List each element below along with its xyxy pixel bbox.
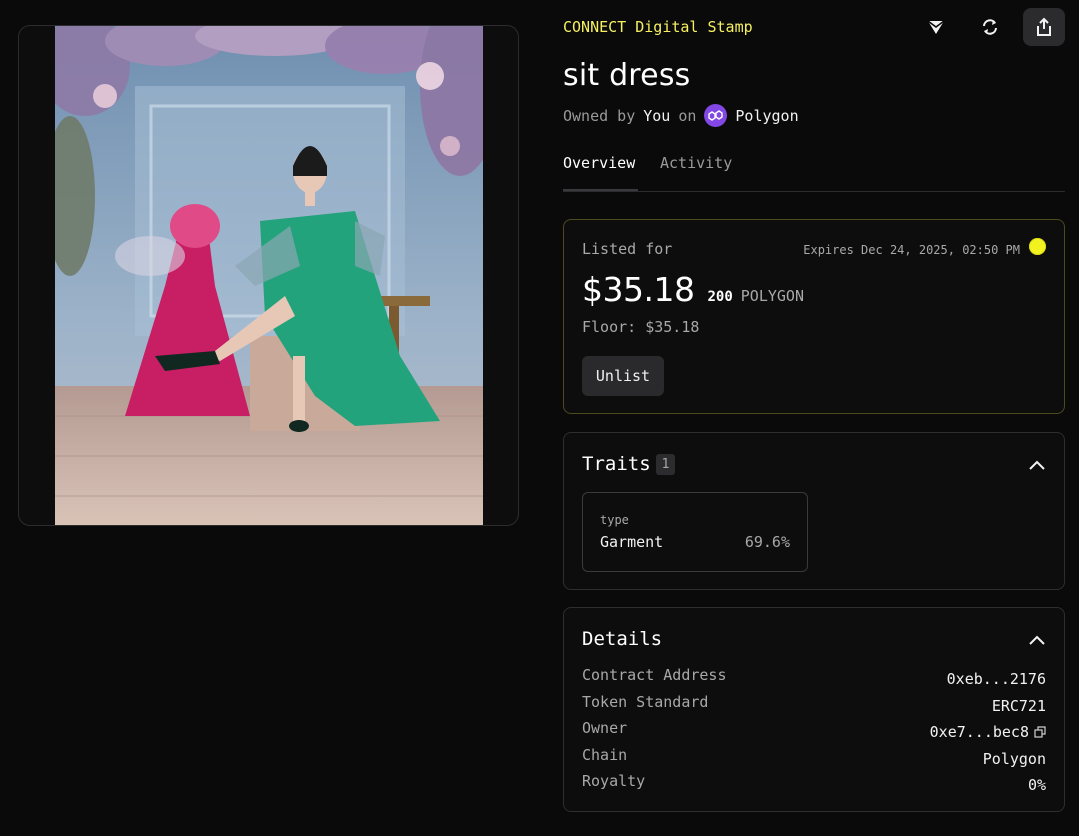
floor-price: Floor: $35.18 bbox=[582, 318, 700, 336]
nft-artwork bbox=[55, 26, 483, 525]
copy-icon[interactable] bbox=[1034, 726, 1046, 738]
chevron-up-icon[interactable] bbox=[1026, 630, 1048, 650]
trait-rarity: 69.6% bbox=[744, 533, 790, 551]
detail-key: Royalty bbox=[582, 772, 646, 790]
owner-address[interactable]: 0xe7...bec8 bbox=[930, 723, 1029, 741]
detail-row-royalty: Royalty 0% bbox=[582, 772, 1046, 799]
refresh-button[interactable] bbox=[969, 8, 1011, 46]
nft-title: sit dress bbox=[563, 58, 691, 93]
collection-name[interactable]: CONNECT Digital Stamp bbox=[563, 18, 753, 36]
traits-count-badge: 1 bbox=[655, 453, 676, 475]
share-button[interactable] bbox=[1023, 8, 1065, 46]
token-amount: 200 bbox=[707, 289, 733, 305]
trait-type: type bbox=[600, 513, 629, 527]
trait-item[interactable]: type Garment 69.6% bbox=[582, 492, 808, 572]
transfer-icon bbox=[927, 20, 945, 34]
traits-title: Traits bbox=[582, 453, 651, 475]
chevron-up-icon[interactable] bbox=[1026, 455, 1048, 475]
nft-image-frame bbox=[18, 25, 519, 526]
tab-activity[interactable]: Activity bbox=[660, 150, 732, 191]
detail-row-chain: Chain Polygon bbox=[582, 746, 1046, 773]
share-icon bbox=[1037, 17, 1051, 36]
trait-value: Garment bbox=[600, 533, 664, 551]
token-standard: ERC721 bbox=[991, 696, 1046, 715]
currency-label: POLYGON bbox=[740, 287, 804, 305]
on-label: on bbox=[678, 106, 697, 125]
transfer-button[interactable] bbox=[915, 8, 957, 46]
owned-by-label: Owned by bbox=[563, 106, 636, 125]
detail-row-contract: Contract Address 0xeb...2176 bbox=[582, 666, 1046, 693]
tab-overview[interactable]: Overview bbox=[563, 150, 638, 191]
detail-row-standard: Token Standard ERC721 bbox=[582, 693, 1046, 720]
tab-bar: Overview Activity bbox=[563, 150, 1065, 192]
price-row: $35.18 200 POLYGON bbox=[582, 270, 804, 309]
refresh-icon bbox=[983, 19, 997, 35]
expiry-date: Expires Dec 24, 2025, 02:50 PM bbox=[803, 243, 1020, 257]
listing-price: $35.18 bbox=[582, 270, 695, 309]
details-list: Contract Address 0xeb...2176 Token Stand… bbox=[582, 666, 1046, 799]
status-dot bbox=[1029, 238, 1046, 255]
detail-row-owner: Owner 0xe7...bec8 bbox=[582, 719, 1046, 746]
unlist-button[interactable]: Unlist bbox=[582, 356, 664, 396]
listing-card: Listed for Expires Dec 24, 2025, 02:50 P… bbox=[563, 219, 1065, 414]
chain-name[interactable]: Polygon bbox=[735, 107, 798, 125]
detail-key: Owner bbox=[582, 719, 628, 737]
owner-value: 0xe7...bec8 bbox=[930, 719, 1046, 746]
owner-line: Owned by You on Polygon bbox=[563, 104, 799, 127]
contract-address[interactable]: 0xeb...2176 bbox=[947, 666, 1046, 693]
details-card: Details Contract Address 0xeb...2176 Tok… bbox=[563, 607, 1065, 812]
details-header[interactable]: Details bbox=[582, 628, 662, 650]
royalty-value: 0% bbox=[1027, 776, 1046, 795]
listed-for-label: Listed for bbox=[582, 240, 673, 258]
detail-key: Token Standard bbox=[582, 692, 709, 711]
detail-key: Chain bbox=[582, 745, 628, 764]
header-actions bbox=[915, 8, 1065, 46]
traits-header[interactable]: Traits 1 bbox=[582, 453, 676, 475]
chain-value: Polygon bbox=[982, 749, 1046, 768]
detail-key: Contract Address bbox=[582, 666, 727, 684]
polygon-icon bbox=[704, 104, 728, 127]
traits-card: Traits 1 type Garment 69.6% bbox=[563, 432, 1065, 590]
details-title: Details bbox=[582, 628, 663, 650]
owner-name[interactable]: You bbox=[643, 107, 670, 125]
